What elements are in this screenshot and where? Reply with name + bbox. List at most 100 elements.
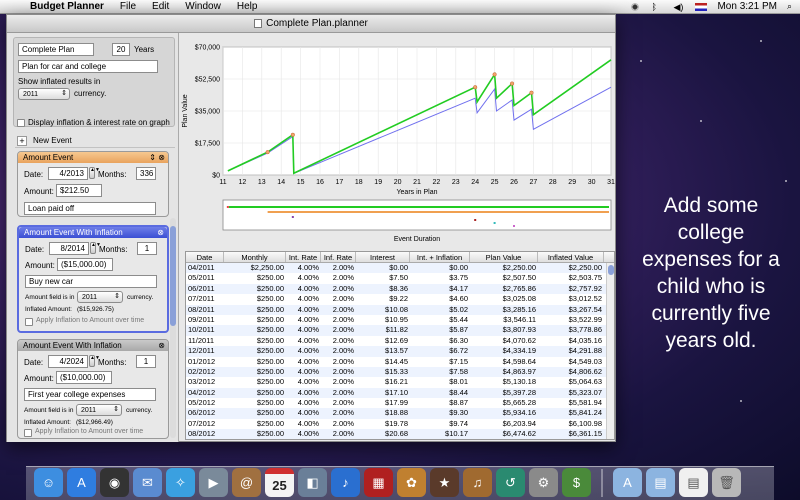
event-months-field[interactable]: 336	[136, 167, 156, 180]
event-card-loan[interactable]: Amount Event ⇕ ⊗ Date: 4/2013 ▲▼ Months:…	[17, 151, 169, 217]
event-date-field[interactable]: 4/2013	[48, 167, 88, 180]
mail-icon[interactable]: ✉	[133, 468, 162, 497]
table-row[interactable]: 02/2012 $250.00 4.00% 2.00% $15.33 $7.58 $4,86…	[186, 366, 614, 378]
plan-name-field[interactable]: Complete Plan	[18, 43, 94, 56]
close-event-icon[interactable]: ⊗	[158, 152, 165, 163]
menu-clock[interactable]: Mon 3:21 PM	[717, 1, 776, 12]
event-amount-field[interactable]: ($15,000.00)	[57, 258, 113, 271]
scroll-thumb[interactable]	[170, 226, 176, 326]
system-preferences-icon[interactable]: ⚙	[529, 468, 558, 497]
table-row[interactable]: 01/2012 $250.00 4.00% 2.00% $14.45 $7.15 $4,59…	[186, 357, 614, 367]
event-card-car[interactable]: Amount Event With Inflation ⊗ Date: 8/20…	[17, 225, 169, 333]
scroll-thumb[interactable]	[608, 265, 614, 275]
table-row[interactable]: 04/2012 $250.00 4.00% 2.00% $17.10 $8.44 $5,39…	[186, 387, 614, 399]
budget-planner-icon[interactable]: $	[562, 468, 591, 497]
table-row[interactable]: 03/2012 $250.00 4.00% 2.00% $16.21 $8.01 $5,13…	[186, 377, 614, 387]
preview-icon[interactable]: ◧	[298, 468, 327, 497]
event-header[interactable]: Amount Event With Inflation ⊗	[19, 227, 167, 238]
finder-icon[interactable]: ☺	[34, 468, 63, 497]
event-point[interactable]	[474, 219, 477, 221]
plan-years-field[interactable]: 20	[112, 43, 130, 56]
event-point[interactable]	[493, 222, 496, 224]
table-row[interactable]: 12/2011 $250.00 4.00% 2.00% $13.57 $6.72 $4,33…	[186, 346, 614, 357]
event-marker[interactable]	[492, 72, 497, 77]
wifi-status-icon[interactable]	[629, 1, 642, 12]
iphoto-icon[interactable]: ✿	[397, 468, 426, 497]
window-titlebar[interactable]: Complete Plan.planner	[7, 15, 615, 33]
table-row[interactable]: 06/2012 $250.00 4.00% 2.00% $18.88 $9.30 $5,93…	[186, 408, 614, 419]
trash-icon[interactable]: 🗑	[712, 468, 741, 497]
event-currency-year-popup[interactable]: 2011 ⇕	[76, 404, 122, 416]
column-header[interactable]: Inflated Value	[538, 252, 604, 262]
garageband-icon[interactable]: ♫	[463, 468, 492, 497]
event-months-field[interactable]: 1	[136, 355, 156, 368]
event-description-field[interactable]: First year college expenses	[24, 388, 156, 401]
table-row[interactable]: 08/2011 $250.00 4.00% 2.00% $10.08 $5.02 $3,28…	[186, 304, 614, 315]
column-header[interactable]: Interest	[356, 252, 410, 262]
bluetooth-icon[interactable]: ᛒ	[651, 2, 663, 12]
table-row[interactable]: 06/2011 $250.00 4.00% 2.00% $8.36 $4.17 $2,765…	[186, 283, 614, 295]
applications-folder-icon[interactable]: A	[613, 468, 642, 497]
table-row[interactable]: 05/2012 $250.00 4.00% 2.00% $17.99 $8.87 $5,66…	[186, 398, 614, 408]
plan-description-field[interactable]: Plan for car and college	[18, 60, 158, 73]
column-header[interactable]: Int. Rate	[286, 252, 321, 262]
event-header[interactable]: Amount Event ⇕ ⊗	[18, 152, 168, 163]
menu-app-name[interactable]: Budget Planner	[22, 1, 112, 12]
photo-booth-icon[interactable]: ▦	[364, 468, 393, 497]
event-marker[interactable]	[265, 150, 270, 155]
spotlight-icon[interactable]: ⌕	[787, 1, 792, 12]
event-card-college[interactable]: Amount Event With Inflation ⊗ Date: 4/20…	[17, 339, 169, 439]
event-amount-field[interactable]: $212.50	[56, 184, 102, 197]
close-event-icon[interactable]: ⊗	[158, 340, 165, 351]
dashboard-icon[interactable]: ◉	[100, 468, 129, 497]
event-date-field[interactable]: 8/2014	[49, 242, 89, 255]
downloads-stack-icon[interactable]: ▤	[679, 468, 708, 497]
events-scrollbar[interactable]	[170, 218, 176, 438]
table-row[interactable]: 07/2011 $250.00 4.00% 2.00% $9.22 $4.60 $3,025…	[186, 294, 614, 304]
itunes-icon[interactable]: ♪	[331, 468, 360, 497]
event-marker[interactable]	[510, 81, 515, 86]
facetime-icon[interactable]: ▶	[199, 468, 228, 497]
documents-folder-icon[interactable]: ▤	[646, 468, 675, 497]
event-description-field[interactable]: Loan paid off	[24, 202, 156, 215]
table-row[interactable]: 08/2012 $250.00 4.00% 2.00% $20.68 $10.17 $6,4…	[186, 429, 614, 439]
menu-file[interactable]: File	[112, 1, 144, 12]
column-header[interactable]: Plan Value	[470, 252, 538, 262]
display-inflation-checkbox[interactable]	[17, 119, 25, 127]
imovie-icon[interactable]: ★	[430, 468, 459, 497]
close-event-icon[interactable]: ⊗	[157, 227, 164, 238]
event-header[interactable]: Amount Event With Inflation ⊗	[18, 340, 168, 351]
date-stepper[interactable]: ▲▼	[90, 242, 101, 254]
table-scrollbar[interactable]	[606, 263, 614, 439]
event-point[interactable]	[513, 225, 515, 227]
column-header[interactable]: Int. + Inflation	[410, 252, 470, 262]
table-row[interactable]: 05/2011 $250.00 4.00% 2.00% $7.50 $3.75 $2,507…	[186, 273, 614, 283]
apply-inflation-checkbox[interactable]	[24, 429, 32, 437]
column-header[interactable]: Monthly	[224, 252, 286, 262]
event-point[interactable]	[291, 216, 294, 218]
table-row[interactable]: 10/2011 $250.00 4.00% 2.00% $11.82 $5.87 $3,80…	[186, 325, 614, 336]
app-store-icon[interactable]: A	[67, 468, 96, 497]
menu-window[interactable]: Window	[177, 1, 229, 12]
safari-icon[interactable]: ✧	[166, 468, 195, 497]
event-currency-year-popup[interactable]: 2011 ⇕	[77, 291, 123, 303]
event-months-field[interactable]: 1	[137, 242, 157, 255]
event-marker[interactable]	[529, 90, 534, 95]
column-header[interactable]: Inf. Rate	[321, 252, 356, 262]
event-point[interactable]	[226, 206, 229, 208]
date-stepper[interactable]: ▲▼	[89, 167, 100, 179]
event-amount-field[interactable]: ($10,000.00)	[56, 371, 112, 384]
address-book-icon[interactable]: @	[232, 468, 261, 497]
table-row[interactable]: 04/2011 $2,250.00 4.00% 2.00% $0.00 $0.00 $2,2…	[186, 263, 614, 274]
menu-help[interactable]: Help	[229, 1, 266, 12]
time-machine-icon[interactable]: ↺	[496, 468, 525, 497]
date-stepper[interactable]: ▲▼	[89, 355, 100, 367]
column-header[interactable]: Date	[186, 252, 224, 262]
volume-icon[interactable]: ◀)	[673, 2, 685, 12]
inflated-year-popup[interactable]: 2011 ⇕	[18, 88, 70, 100]
apply-inflation-checkbox[interactable]	[25, 318, 33, 326]
event-marker[interactable]	[473, 85, 478, 90]
add-event-button[interactable]: +	[17, 136, 27, 146]
ical-icon[interactable]: 25	[265, 468, 294, 497]
table-row[interactable]: 09/2011 $250.00 4.00% 2.00% $10.95 $5.44 $3,54…	[186, 315, 614, 325]
